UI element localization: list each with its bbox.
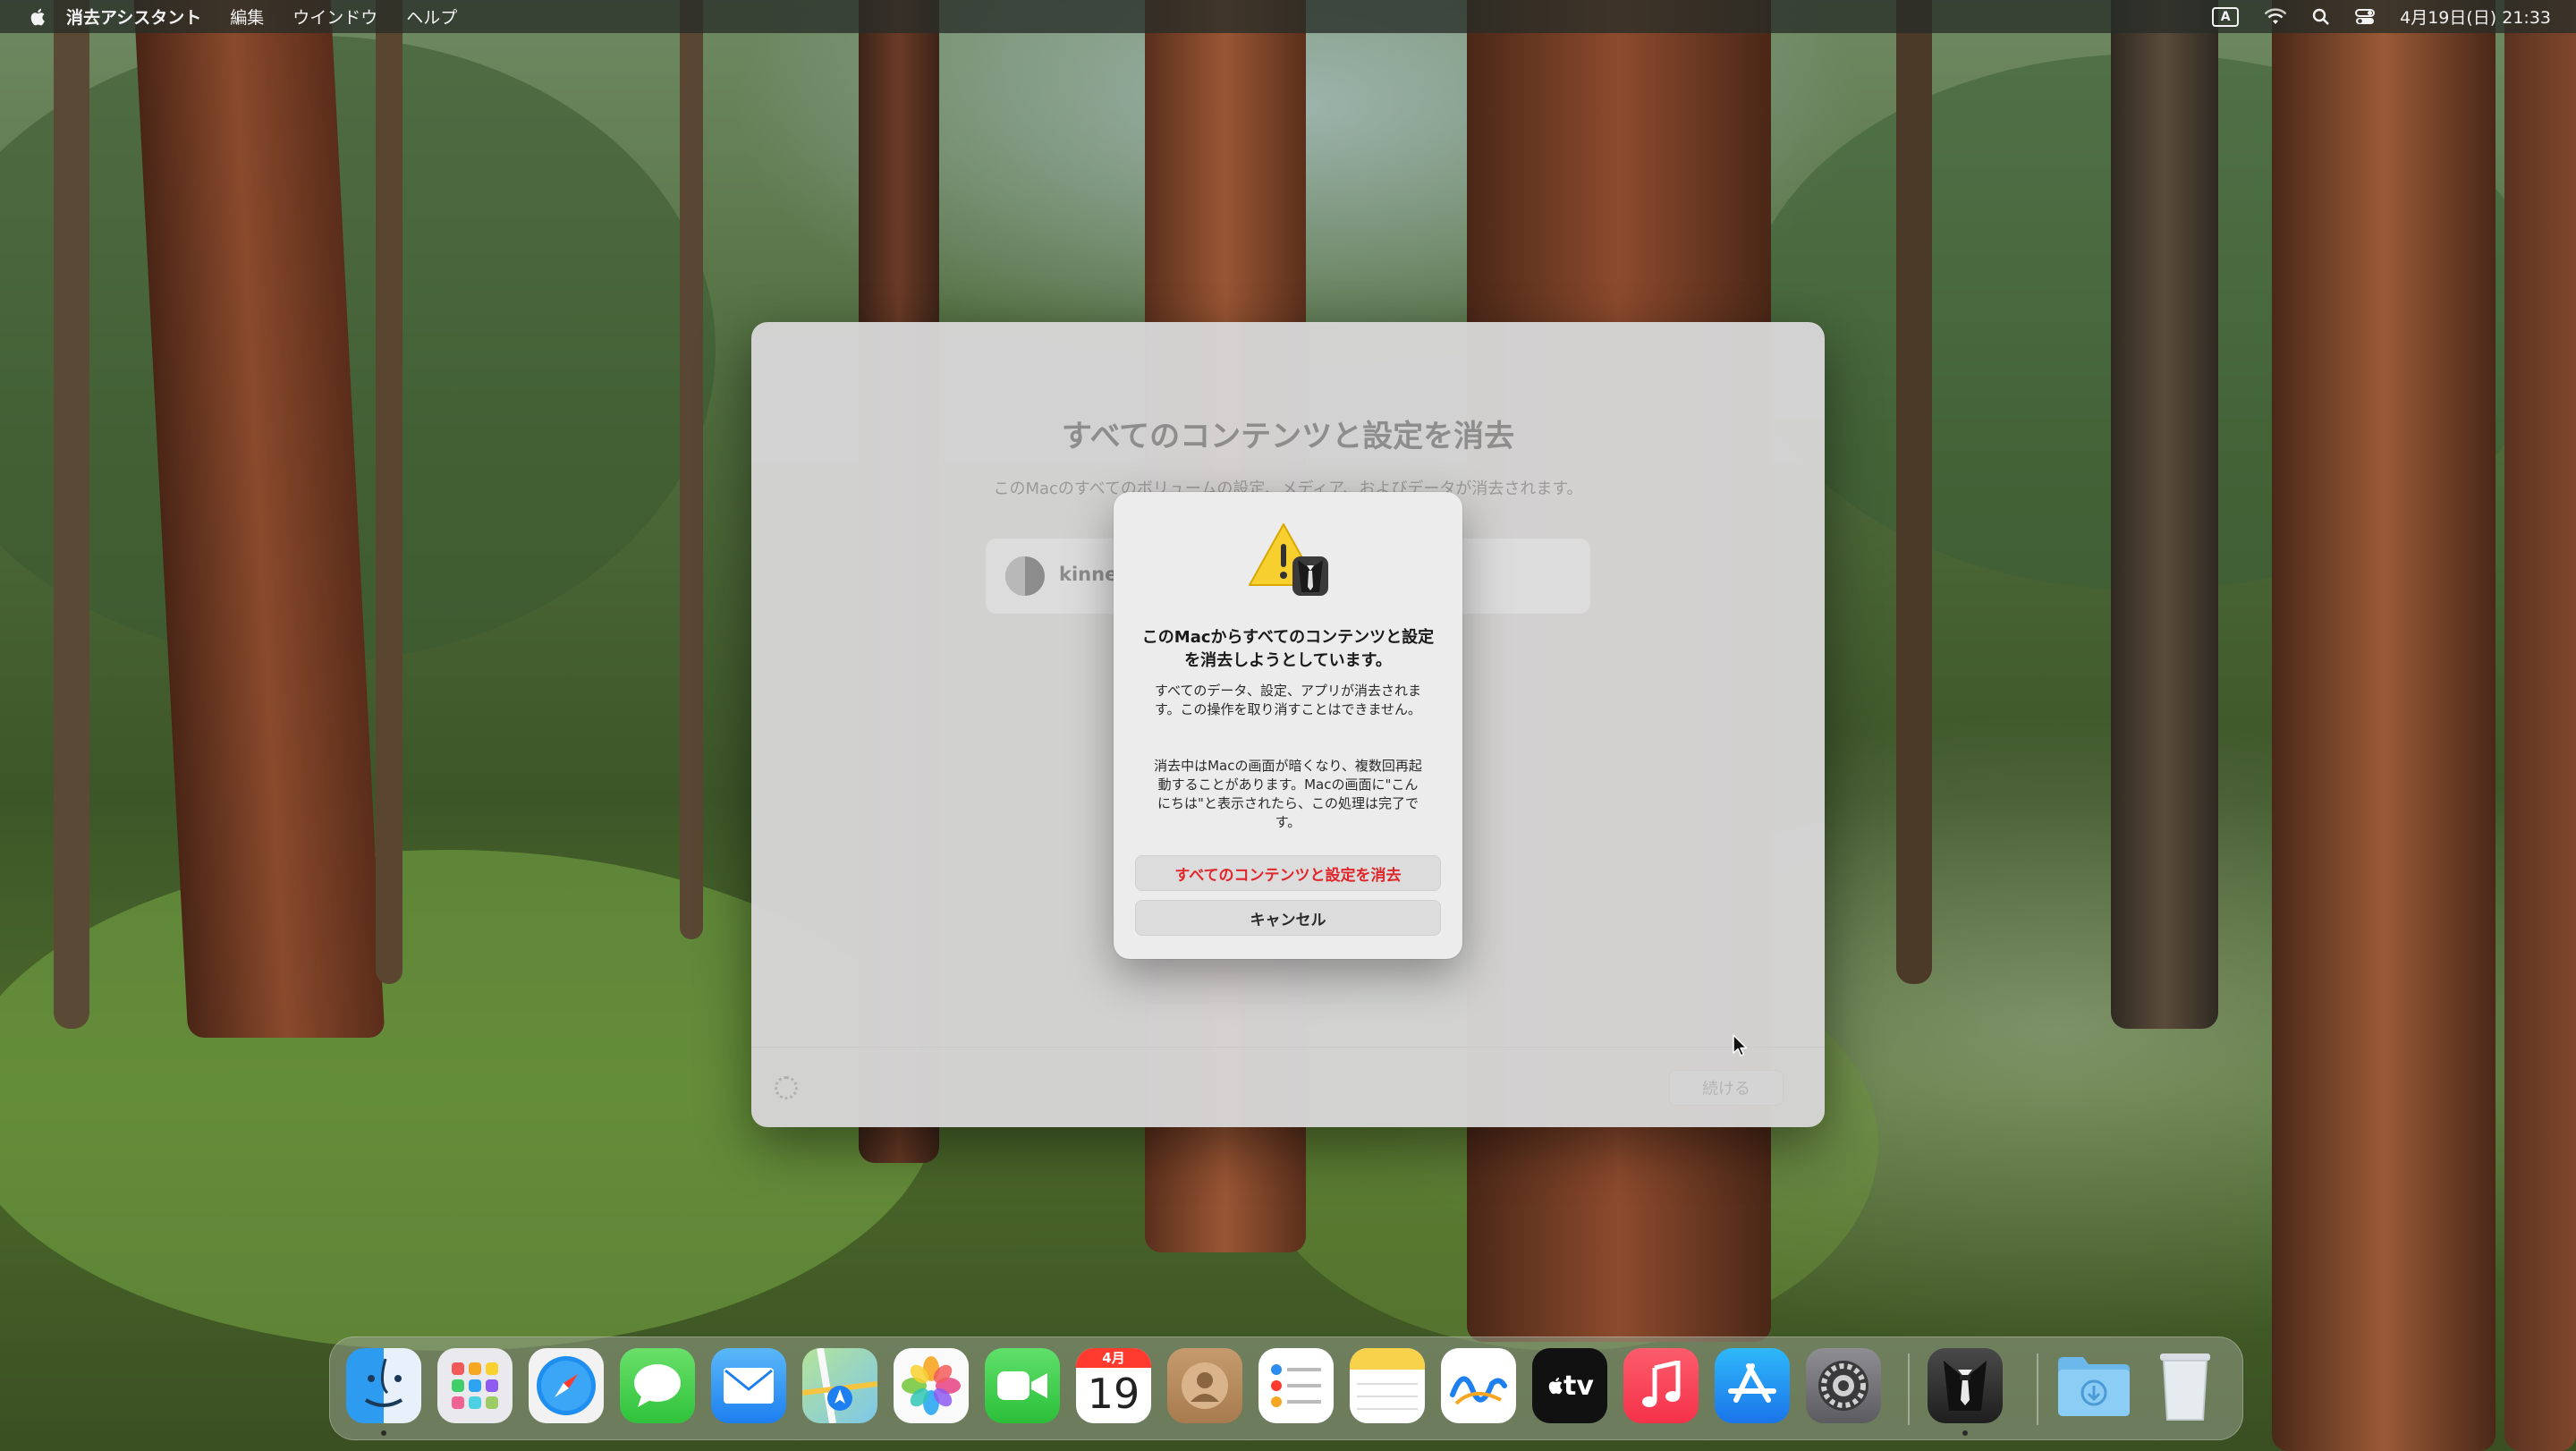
calendar-month: 4月: [1076, 1348, 1151, 1368]
alert-message-warning: すべてのデータ、設定、アプリが消去されます。この操作を取り消すことはできません。: [1154, 683, 1422, 717]
maps-icon[interactable]: [802, 1348, 877, 1423]
menu-window[interactable]: ウインドウ: [292, 4, 377, 29]
downloads-folder-icon[interactable]: [2056, 1348, 2131, 1423]
safari-icon[interactable]: [529, 1348, 604, 1423]
progress-spinner-icon: [775, 1076, 798, 1099]
dock: 4月 19 tv: [329, 1336, 2243, 1440]
contacts-icon[interactable]: [1167, 1348, 1242, 1423]
facetime-icon[interactable]: [985, 1348, 1060, 1423]
control-center-icon[interactable]: [2355, 8, 2376, 26]
apple-tv-icon[interactable]: tv: [1532, 1348, 1607, 1423]
calendar-icon[interactable]: 4月 19: [1076, 1348, 1151, 1423]
erase-assistant-icon[interactable]: [1928, 1348, 2003, 1423]
alert-title: このMacからすべてのコンテンツと設定を消去しようとしています。: [1141, 628, 1435, 670]
alert-message-process-info: 消去中はMacの画面が暗くなり、複数回再起動することがあります。Macの画面に"…: [1154, 758, 1422, 830]
calendar-day: 19: [1087, 1370, 1140, 1418]
cancel-button[interactable]: キャンセル: [1135, 900, 1441, 936]
mouse-cursor-icon: [1733, 1034, 1748, 1056]
reminders-icon[interactable]: [1258, 1348, 1334, 1423]
apple-tv-label: tv: [1563, 1370, 1594, 1402]
dock-separator: [2037, 1353, 2038, 1425]
menu-app-name[interactable]: 消去アシスタント: [66, 4, 201, 29]
wifi-icon[interactable]: [2264, 7, 2287, 26]
app-store-icon[interactable]: [1715, 1348, 1790, 1423]
photos-icon[interactable]: [894, 1348, 969, 1423]
finder-running-indicator: [381, 1430, 386, 1436]
menu-bar-clock[interactable]: 4月19日(日) 21:33: [2400, 4, 2551, 29]
messages-icon[interactable]: [620, 1348, 695, 1423]
menu-bar: 消去アシスタント 編集 ウインドウ ヘルプ A 4月19日(日) 21:33: [0, 0, 2576, 33]
trash-icon[interactable]: [2148, 1348, 2223, 1423]
continue-button[interactable]: 続ける: [1669, 1070, 1784, 1106]
warning-icon: [1249, 523, 1328, 596]
music-icon[interactable]: [1623, 1348, 1699, 1423]
freeform-icon[interactable]: [1441, 1348, 1516, 1423]
menu-help[interactable]: ヘルプ: [406, 4, 457, 29]
apple-menu-icon[interactable]: [27, 6, 47, 28]
dock-separator: [1908, 1353, 1910, 1425]
window-title: すべてのコンテンツと設定を消去: [1061, 419, 1515, 454]
footer-divider: [751, 1047, 1825, 1048]
finder-icon[interactable]: [346, 1348, 421, 1423]
launchpad-icon[interactable]: [437, 1348, 513, 1423]
erase-assistant-running-indicator: [1962, 1430, 1968, 1436]
erase-all-content-button[interactable]: すべてのコンテンツと設定を消去: [1135, 855, 1441, 891]
notes-icon[interactable]: [1350, 1348, 1425, 1423]
spotlight-search-icon[interactable]: [2312, 8, 2330, 26]
menu-edit[interactable]: 編集: [230, 4, 264, 29]
mail-icon[interactable]: [711, 1348, 786, 1423]
avatar-yin-yang-icon: [1005, 556, 1025, 596]
erase-confirmation-alert: このMacからすべてのコンテンツと設定を消去しようとしています。 すべてのデータ…: [1114, 492, 1462, 959]
input-source-indicator[interactable]: A: [2212, 6, 2240, 27]
menu-bar-status-area: A 4月19日(日) 21:33: [2212, 0, 2551, 33]
system-settings-icon[interactable]: [1806, 1348, 1881, 1423]
